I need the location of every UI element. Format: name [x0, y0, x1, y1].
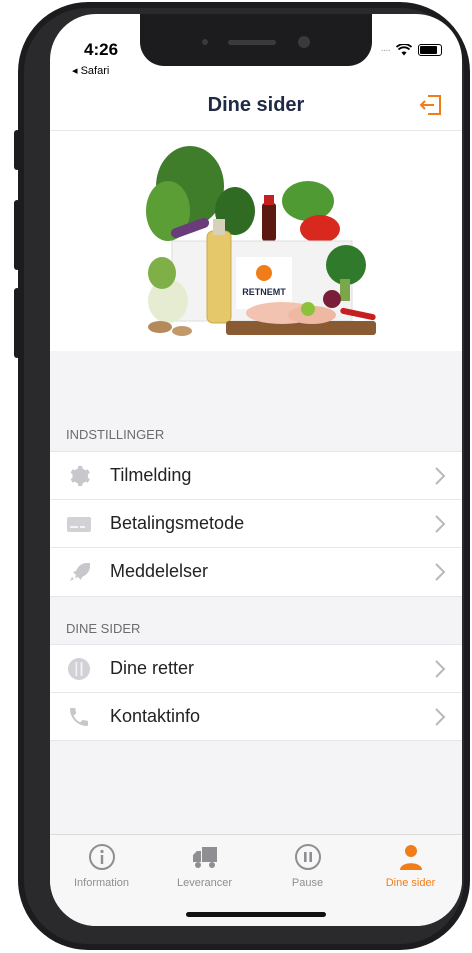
gear-icon [70, 466, 90, 486]
chevron-right-icon [435, 563, 446, 581]
section-title: DINE SIDER [66, 621, 141, 636]
list-item-kontaktinfo[interactable]: Kontaktinfo [50, 692, 462, 741]
status-indicators: ···· [381, 44, 442, 56]
list-item-dine-retter[interactable]: Dine retter [50, 644, 462, 693]
list-item-label: Kontaktinfo [110, 706, 201, 726]
list-item-betalingsmetode[interactable]: Betalingsmetode [50, 499, 462, 548]
brand-logo: RETNEMT [242, 287, 286, 297]
chevron-right-icon [435, 708, 446, 726]
volume-up-button [14, 200, 20, 270]
tab-information[interactable]: Information [50, 843, 153, 889]
volume-down-button [14, 288, 20, 358]
rocket-icon [70, 563, 90, 581]
info-icon [88, 844, 115, 870]
notch [140, 14, 372, 66]
grocery-box-illustration: RETNEMT [146, 146, 376, 336]
pause-icon [294, 844, 321, 870]
cutlery-icon [68, 658, 90, 680]
phone-icon [70, 708, 88, 726]
status-time: 4:26 [84, 40, 119, 59]
wifi-icon [396, 44, 412, 56]
truck-icon [192, 847, 217, 868]
chevron-right-icon [435, 467, 446, 485]
page-title: Dine sider [207, 94, 305, 116]
tab-label: Pause [291, 877, 324, 889]
mute-switch [14, 130, 20, 170]
home-indicator[interactable] [186, 912, 326, 917]
tab-label: Information [73, 877, 130, 889]
empty-area [50, 741, 462, 834]
back-to-safari[interactable]: ◂ Safari [72, 64, 109, 77]
list-item-tilmelding[interactable]: Tilmelding [50, 451, 462, 500]
app-screen: 4:26 ◂ Safari ···· Dine sider RETNEMT IN… [50, 14, 462, 926]
signal-icon: ···· [380, 44, 391, 56]
tab-label: Leverancer [176, 877, 233, 889]
section-header-dine-sider: DINE SIDER [50, 596, 462, 645]
section-title: INDSTILLINGER [66, 427, 165, 442]
tab-pause[interactable]: Pause [256, 843, 359, 889]
list-item-label: Dine retter [110, 658, 195, 678]
credit-card-icon [67, 517, 91, 532]
list-item-label: Betalingsmetode [110, 513, 245, 533]
list-item-label: Meddelelser [110, 561, 209, 581]
chevron-right-icon [435, 515, 446, 533]
list-item-label: Tilmelding [110, 465, 192, 485]
logout-icon[interactable] [418, 92, 444, 118]
tab-dine-sider[interactable]: Dine sider [359, 843, 462, 889]
hero-image: RETNEMT [50, 131, 462, 351]
list-item-meddelelser[interactable]: Meddelelser [50, 547, 462, 596]
chevron-right-icon [435, 660, 446, 678]
tab-label: Dine sider [385, 877, 436, 889]
person-icon [399, 845, 422, 870]
battery-icon [418, 44, 442, 56]
tab-leverancer[interactable]: Leverancer [153, 843, 256, 889]
section-header-settings: INDSTILLINGER [50, 405, 462, 451]
